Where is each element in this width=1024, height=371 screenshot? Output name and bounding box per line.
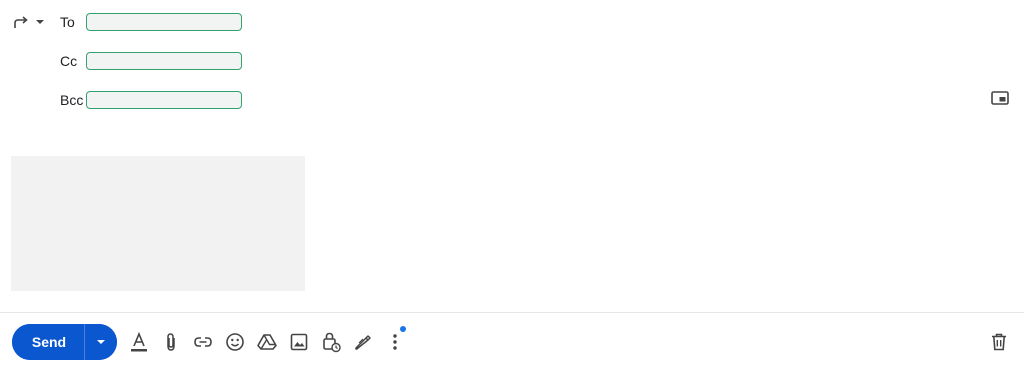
emoji-icon (225, 332, 245, 352)
confidential-mode-button[interactable] (319, 330, 343, 354)
text-formatting-icon (129, 331, 149, 353)
drive-icon (257, 332, 277, 352)
insert-link-button[interactable] (191, 330, 215, 354)
send-options-button[interactable] (85, 324, 117, 360)
toolbar-divider (0, 312, 1024, 313)
more-options-icon (391, 332, 399, 352)
send-button[interactable]: Send (12, 324, 84, 360)
to-label: To (60, 14, 75, 30)
link-icon (193, 332, 213, 352)
cc-field[interactable] (86, 52, 242, 70)
bcc-label: Bcc (60, 92, 84, 108)
confidential-mode-icon (321, 331, 341, 353)
send-button-group: Send (12, 324, 117, 360)
insert-signature-button[interactable] (351, 330, 375, 354)
compose-window: To Cc Bcc Send (0, 0, 1024, 371)
insert-emoji-button[interactable] (223, 330, 247, 354)
caret-down-icon (96, 335, 106, 350)
trash-icon (990, 332, 1008, 352)
signature-icon (353, 332, 373, 352)
more-options-button[interactable] (383, 330, 407, 354)
attach-files-button[interactable] (159, 330, 183, 354)
caret-down-icon (35, 17, 45, 27)
attach-icon (161, 332, 181, 352)
photo-icon (289, 332, 309, 352)
pop-out-icon (991, 90, 1009, 110)
reply-forward-icon (11, 12, 31, 32)
bcc-field[interactable] (86, 91, 242, 109)
formatting-options-button[interactable] (127, 330, 151, 354)
insert-drive-file-button[interactable] (255, 330, 279, 354)
reply-type-button[interactable] (11, 11, 45, 33)
pop-out-button[interactable] (988, 90, 1012, 110)
notification-dot (400, 326, 406, 332)
insert-photo-button[interactable] (287, 330, 311, 354)
discard-draft-button[interactable] (987, 330, 1011, 354)
to-field[interactable] (86, 13, 242, 31)
cc-label: Cc (60, 53, 78, 69)
message-body-placeholder[interactable] (11, 156, 305, 291)
